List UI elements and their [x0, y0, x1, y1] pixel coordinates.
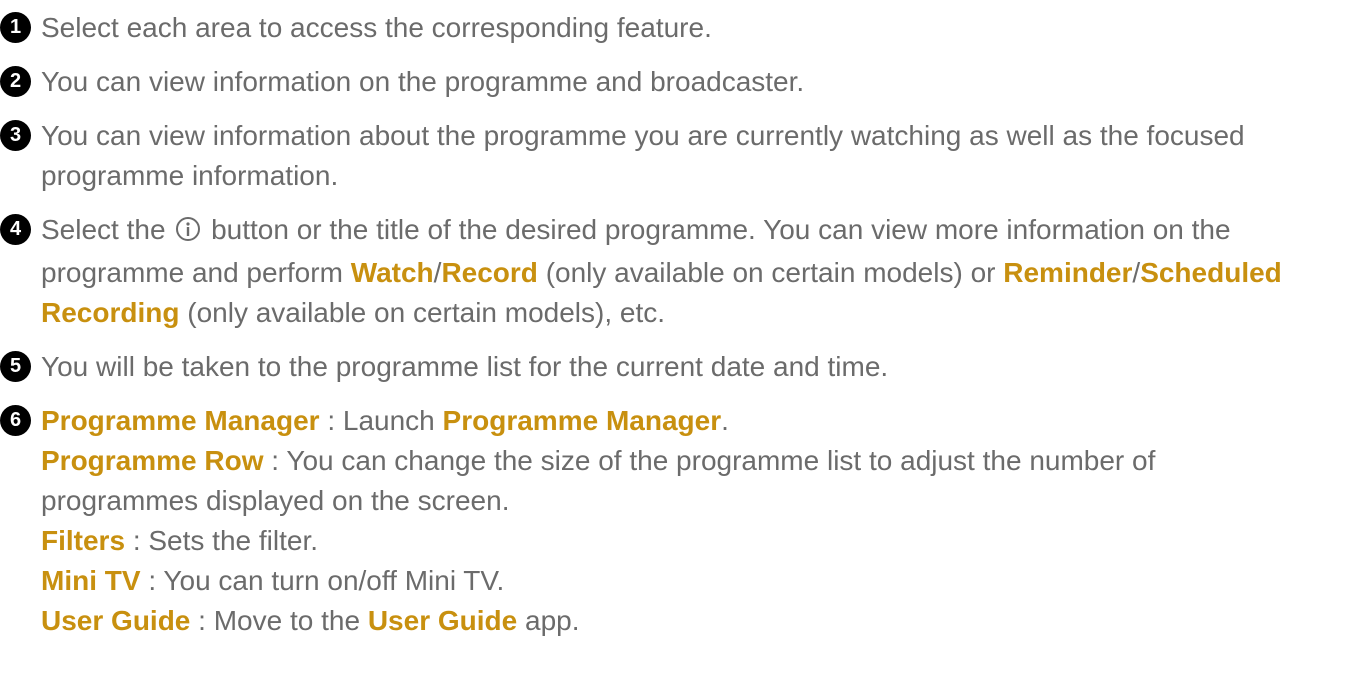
item-text: Select each area to access the correspon…	[41, 12, 712, 43]
user-guide-target: User Guide	[367, 605, 518, 636]
item-text: Programme Manager : Launch Programme Man…	[41, 401, 1307, 641]
number-badge: 4	[0, 214, 31, 245]
number-badge: 1	[0, 12, 31, 43]
list-item: 1 Select each area to access the corresp…	[0, 8, 1307, 48]
item-text: Select the button or the title of the de…	[41, 210, 1307, 333]
user-guide-label: User Guide	[41, 605, 191, 636]
colon: :	[198, 605, 206, 636]
list-item: 3 You can view information about the pro…	[0, 116, 1307, 196]
text-segment: (only available on certain models), etc.	[187, 297, 666, 328]
number-badge: 2	[0, 66, 31, 97]
programme-row-label: Programme Row	[41, 445, 264, 476]
programme-manager-label: Programme Manager	[41, 405, 320, 436]
record-label: Record	[441, 257, 538, 288]
mini-tv-label: Mini TV	[41, 565, 141, 596]
programme-row-line: Programme Row : You can change the size …	[41, 441, 1307, 521]
item-text: You will be taken to the programme list …	[41, 351, 889, 382]
number-badge: 5	[0, 351, 31, 382]
item-text: You can view information about the progr…	[41, 120, 1245, 191]
number-badge: 3	[0, 120, 31, 151]
text-segment: .	[721, 405, 729, 436]
text-segment: You can turn on/off Mini TV.	[163, 565, 505, 596]
info-icon	[175, 213, 201, 253]
mini-tv-line: Mini TV : You can turn on/off Mini TV.	[41, 561, 1307, 601]
list-item: 6 Programme Manager : Launch Programme M…	[0, 401, 1307, 641]
feature-list: 1 Select each area to access the corresp…	[0, 0, 1347, 641]
number-badge: 6	[0, 405, 31, 436]
reminder-label: Reminder	[1003, 257, 1133, 288]
colon: :	[148, 565, 157, 596]
colon: :	[327, 405, 336, 436]
programme-manager-line: Programme Manager : Launch Programme Man…	[41, 401, 1307, 441]
text-segment: Sets the filter.	[148, 525, 319, 556]
list-item: 2 You can view information on the progra…	[0, 62, 1307, 102]
text-segment: Move to the	[213, 605, 361, 636]
item-text: You can view information on the programm…	[41, 66, 805, 97]
programme-manager-target: Programme Manager	[442, 405, 722, 436]
text-segment: Select the	[41, 214, 166, 245]
text-segment: Launch	[342, 405, 435, 436]
colon: :	[132, 525, 141, 556]
list-item: 5 You will be taken to the programme lis…	[0, 347, 1307, 387]
filters-line: Filters : Sets the filter.	[41, 521, 1307, 561]
filters-label: Filters	[41, 525, 126, 556]
watch-label: Watch	[350, 257, 434, 288]
text-segment: (only available on certain models) or	[545, 257, 996, 288]
colon: :	[271, 445, 280, 476]
text-segment: app.	[525, 605, 580, 636]
user-guide-line: User Guide : Move to the User Guide app.	[41, 601, 1307, 641]
list-item: 4 Select the button or the title of the …	[0, 210, 1307, 333]
